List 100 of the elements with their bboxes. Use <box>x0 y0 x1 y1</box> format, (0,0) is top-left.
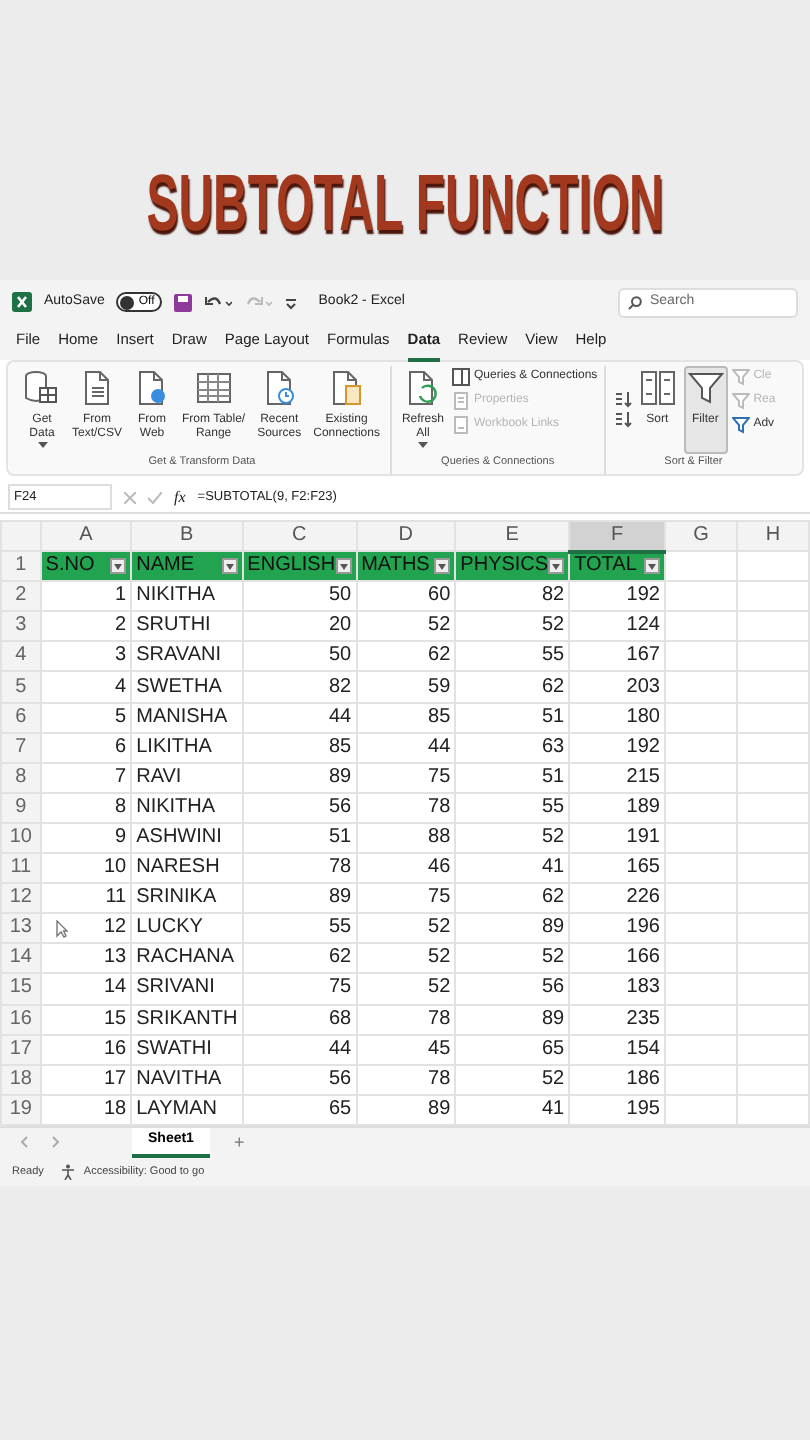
row-header[interactable]: 16 <box>1 1004 41 1035</box>
table-cell: 65 <box>455 1034 570 1065</box>
column-header[interactable]: G <box>664 521 738 552</box>
table-cell: SRIKANTH <box>131 1004 243 1035</box>
row-header[interactable]: 11 <box>1 853 41 884</box>
table-cell: 68 <box>242 1004 357 1035</box>
table-cell: 1 <box>40 581 132 612</box>
database-icon <box>24 370 60 406</box>
row-header[interactable]: 6 <box>1 702 41 733</box>
table-cell: 192 <box>569 732 665 763</box>
row-header[interactable]: 3 <box>1 611 41 642</box>
row-header[interactable]: 10 <box>1 822 41 854</box>
row-header[interactable]: 15 <box>1 973 41 1004</box>
table-cell: 7 <box>40 762 132 793</box>
table-cell: 6 <box>40 732 132 763</box>
column-heading: MATHS <box>361 556 430 577</box>
panel-icon <box>451 368 470 386</box>
add-sheet-button[interactable]: + <box>233 1129 245 1157</box>
table-cell: 85 <box>356 702 456 733</box>
column-heading: NAME <box>136 556 195 577</box>
caret-icon <box>339 563 348 570</box>
table-cell: 85 <box>242 732 357 763</box>
table-cell: 183 <box>569 973 665 1004</box>
table-cell: 62 <box>356 641 456 672</box>
undo-icon[interactable] <box>204 293 233 311</box>
row-header[interactable]: 14 <box>1 943 41 974</box>
row-header[interactable]: 18 <box>1 1064 41 1095</box>
column-header[interactable]: E <box>455 521 570 552</box>
row-header[interactable]: 7 <box>1 732 41 763</box>
table-cell: 45 <box>356 1034 456 1065</box>
caret-icon <box>647 563 656 570</box>
table-cell: 9 <box>40 822 132 854</box>
table-cell: 51 <box>455 762 570 793</box>
column-header[interactable]: A <box>40 521 132 552</box>
row-header[interactable]: 9 <box>1 792 41 823</box>
table-cell: 11 <box>40 883 132 914</box>
column-header[interactable]: C <box>242 521 357 552</box>
table-cell: 88 <box>356 822 456 854</box>
filter-dropdown-button[interactable] <box>110 558 127 575</box>
table-cell: NAVITHA <box>131 1064 243 1095</box>
table-cell: 215 <box>569 762 665 793</box>
column-header[interactable]: D <box>356 521 456 552</box>
filter-dropdown-button[interactable] <box>548 558 565 575</box>
table-cell: 82 <box>455 581 570 612</box>
table-cell: 89 <box>356 1094 456 1125</box>
table-cell: 186 <box>569 1064 665 1095</box>
documents-icon <box>328 370 365 406</box>
insert-function-button[interactable]: fx <box>174 485 186 509</box>
filter-dropdown-button[interactable] <box>335 558 352 575</box>
row-header[interactable]: 13 <box>1 913 41 944</box>
table-cell: 4 <box>40 671 132 703</box>
table-cell: SRINIKA <box>131 883 243 914</box>
row-header[interactable]: 2 <box>1 581 41 612</box>
row-header[interactable]: 4 <box>1 641 41 672</box>
table-cell: 154 <box>569 1034 665 1065</box>
filter-dropdown-button[interactable] <box>643 558 660 575</box>
table-cell: 196 <box>569 913 665 944</box>
customize-icon[interactable] <box>284 295 299 309</box>
row-header[interactable]: 12 <box>1 883 41 914</box>
table-cell: 50 <box>242 581 357 612</box>
table-cell: 226 <box>569 883 665 914</box>
document-clock-icon <box>261 370 298 406</box>
row-header[interactable]: 8 <box>1 762 41 793</box>
column-heading: PHYSICS <box>460 556 549 577</box>
table-icon <box>195 370 232 406</box>
table-cell: 89 <box>242 762 357 793</box>
row-header[interactable]: 5 <box>1 671 41 703</box>
table-cell: LUCKY <box>131 913 243 944</box>
row-header[interactable]: 19 <box>1 1094 41 1125</box>
check-icon[interactable] <box>148 491 162 503</box>
table-cell: 82 <box>242 671 357 703</box>
table-cell: MANISHA <box>131 702 243 733</box>
filter-dropdown-button[interactable] <box>221 558 238 575</box>
table-cell: 235 <box>569 1004 665 1035</box>
column-header[interactable]: H <box>737 521 809 552</box>
column-header[interactable]: F <box>569 521 665 552</box>
table-cell: 20 <box>242 611 357 642</box>
refresh-icon <box>404 370 441 406</box>
table-cell: 60 <box>356 581 456 612</box>
table-cell: RACHANA <box>131 943 243 974</box>
table-cell: 89 <box>455 1004 570 1035</box>
sort-icons[interactable] <box>611 390 632 429</box>
caret-icon <box>225 563 234 570</box>
table-cell: 2 <box>40 611 132 642</box>
table-cell: 17 <box>40 1064 132 1095</box>
filter-dropdown-button[interactable] <box>434 558 451 575</box>
save-icon[interactable] <box>174 293 193 311</box>
table-cell: 44 <box>242 1034 357 1065</box>
table-cell: 44 <box>356 732 456 763</box>
filter-icon <box>687 370 724 406</box>
row-header[interactable]: 17 <box>1 1034 41 1065</box>
column-header[interactable]: B <box>131 521 243 552</box>
table-cell: 15 <box>40 1004 132 1035</box>
table-cell: 195 <box>569 1094 665 1125</box>
row-header[interactable]: 1 <box>1 551 41 582</box>
table-cell: NARESH <box>131 853 243 884</box>
table-cell: 124 <box>569 611 665 642</box>
table-cell: 78 <box>356 1004 456 1035</box>
table-cell: 46 <box>356 853 456 884</box>
filter-icon <box>731 416 750 434</box>
